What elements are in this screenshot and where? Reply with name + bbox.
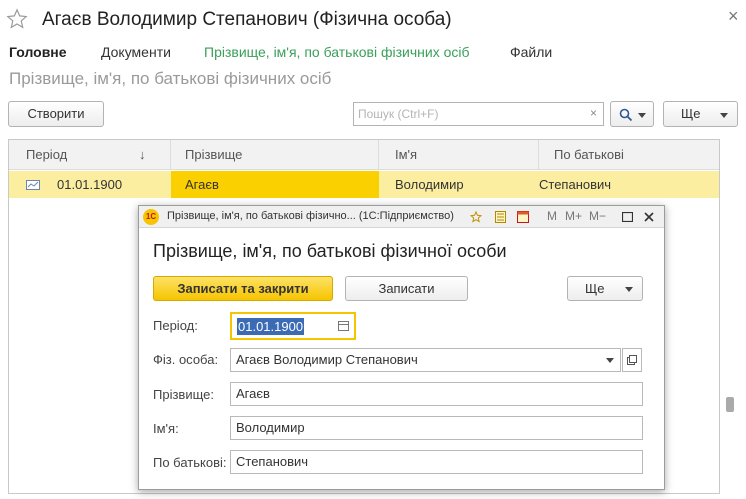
memory-minus-icon[interactable]: M− [589, 209, 606, 223]
table-row[interactable]: 01.01.1900 Агаєв Володимир Степанович [9, 171, 719, 198]
window-title: Агаєв Володимир Степанович (Фізична особ… [42, 9, 452, 30]
dialog-more-button[interactable]: Ще [567, 276, 643, 301]
search-input[interactable] [354, 103, 586, 125]
calendar-icon[interactable] [517, 211, 529, 223]
person-value: Агаєв Володимир Степанович [236, 352, 418, 367]
surname-field[interactable]: Агаєв [230, 382, 643, 406]
close-icon[interactable] [644, 212, 654, 222]
table-header: Період ↓ Прізвище Ім'я По батькові [9, 140, 719, 170]
record-icon [26, 180, 40, 190]
chevron-down-icon[interactable] [606, 358, 614, 363]
save-button[interactable]: Записати [345, 276, 468, 301]
calendar-icon[interactable] [338, 321, 349, 331]
favorite-star-icon[interactable] [470, 211, 482, 223]
cell-name: Володимир [395, 177, 464, 192]
column-header-patronymic[interactable]: По батькові [539, 140, 719, 170]
dialog-titlebar: 1С Прізвище, ім'я, по батькові фізично..… [139, 206, 664, 228]
column-header-name[interactable]: Ім'я [379, 140, 539, 170]
person-field[interactable]: Агаєв Володимир Степанович [230, 348, 621, 372]
tab-files[interactable]: Файли [510, 44, 552, 60]
column-header-period[interactable]: Період ↓ [9, 140, 171, 170]
tab-names[interactable]: Прізвище, ім'я, по батькові фізичних осі… [204, 44, 470, 60]
scroll-thumb[interactable] [726, 397, 734, 412]
dialog-heading: Прізвище, ім'я, по батькові фізичної осо… [153, 241, 507, 261]
clear-search-icon[interactable]: × [590, 106, 597, 120]
column-header-surname[interactable]: Прізвище [171, 140, 379, 170]
tab-documents[interactable]: Документи [101, 44, 171, 60]
period-field[interactable]: 01.01.1900 [230, 312, 356, 340]
save-and-close-button[interactable]: Записати та закрити [153, 276, 333, 301]
dialog-window-title: Прізвище, ім'я, по батькові фізично... (… [167, 210, 454, 222]
create-button[interactable]: Створити [8, 101, 104, 127]
search-button[interactable] [610, 101, 654, 127]
cell-patronymic: Степанович [539, 177, 612, 192]
favorite-star-icon[interactable] [6, 8, 28, 30]
name-field[interactable]: Володимир [230, 416, 643, 440]
dialog-more-label: Ще [585, 281, 605, 296]
period-label: Період: [153, 318, 198, 333]
calculator-icon[interactable] [495, 211, 506, 223]
column-header-period-label: Період [26, 147, 68, 162]
open-person-button[interactable] [622, 348, 642, 372]
tab-main[interactable]: Головне [9, 44, 67, 60]
app-logo-icon: 1С [143, 209, 159, 225]
chevron-down-icon [638, 113, 646, 118]
chevron-down-icon [625, 287, 633, 292]
search-icon [619, 108, 633, 122]
name-label: Ім'я: [153, 421, 179, 436]
period-value: 01.01.1900 [237, 318, 305, 335]
record-dialog: 1С Прізвище, ім'я, по батькові фізично..… [138, 205, 665, 490]
table-scrollbar[interactable] [722, 139, 738, 494]
close-icon[interactable]: × [728, 6, 739, 27]
more-button[interactable]: Ще [663, 101, 738, 127]
open-icon [627, 355, 637, 365]
surname-label: Прізвище: [153, 387, 214, 402]
cell-surname: Агаєв [171, 171, 379, 198]
more-button-label: Ще [681, 106, 701, 121]
search-box: × [353, 102, 604, 126]
patronymic-field[interactable]: Степанович [230, 450, 643, 474]
cell-period: 01.01.1900 [57, 177, 123, 192]
memory-icon[interactable]: M [547, 209, 557, 223]
sort-arrow-icon: ↓ [139, 147, 146, 162]
maximize-icon[interactable] [622, 212, 633, 222]
chevron-down-icon [720, 113, 728, 118]
section-title: Прізвище, ім'я, по батькові фізичних осі… [9, 69, 332, 88]
patronymic-label: По батькові: [153, 455, 227, 470]
person-label: Фіз. особа: [153, 352, 219, 367]
memory-plus-icon[interactable]: M+ [565, 209, 582, 223]
